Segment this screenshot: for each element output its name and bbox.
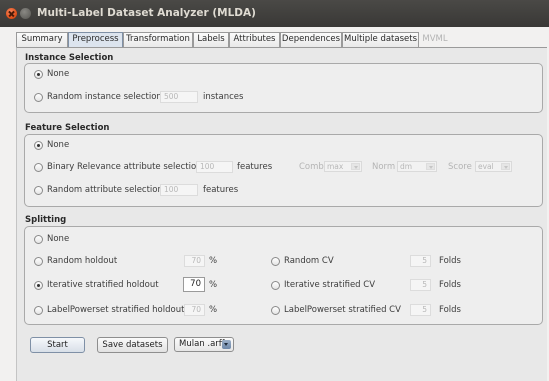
radio-unselected-icon — [34, 305, 43, 315]
feature-none-label: None — [47, 140, 70, 150]
instance-selection-title: Instance Selection — [25, 53, 114, 63]
lp-holdout-radio[interactable]: LabelPowerset stratified holdout — [34, 305, 184, 315]
tab-attributes[interactable]: Attributes — [229, 32, 280, 47]
tab-mvml: MVML — [422, 34, 448, 44]
minimize-icon[interactable] — [20, 8, 31, 19]
lp-holdout-percent: % — [209, 305, 218, 315]
instances-unit-label: instances — [203, 92, 244, 102]
br-features-unit-label: features — [237, 162, 273, 172]
iterative-cv-label: Iterative stratified CV — [284, 280, 376, 290]
tab-labels[interactable]: Labels — [193, 32, 229, 47]
feature-br-label: Binary Relevance attribute selection — [47, 162, 202, 172]
iterative-cv-radio[interactable]: Iterative stratified CV — [271, 280, 375, 290]
random-cv-folds-input[interactable]: 5 — [410, 255, 431, 267]
iterative-cv-folds-label: Folds — [439, 280, 461, 290]
random-holdout-input[interactable]: 70 — [184, 255, 205, 267]
random-cv-radio[interactable]: Random CV — [271, 256, 334, 266]
tab-summary[interactable]: Summary — [16, 32, 68, 47]
close-icon[interactable] — [6, 8, 17, 19]
random-holdout-percent: % — [209, 256, 218, 266]
lp-cv-radio[interactable]: LabelPowerset stratified CV — [271, 305, 401, 315]
random-features-input[interactable]: 100 — [160, 184, 198, 196]
score-value: eval — [478, 162, 494, 171]
lp-cv-label: LabelPowerset stratified CV — [284, 305, 401, 315]
instance-none-radio[interactable]: None — [34, 69, 69, 79]
chevron-down-icon — [426, 163, 435, 170]
score-select[interactable]: eval — [475, 161, 512, 172]
iterative-holdout-radio[interactable]: Iterative stratified holdout — [34, 280, 159, 290]
instance-random-radio[interactable]: Random instance selection — [34, 92, 162, 102]
comb-select[interactable]: max — [324, 161, 362, 172]
chevron-down-icon — [222, 340, 231, 349]
lp-cv-folds-label: Folds — [439, 305, 461, 315]
iterative-holdout-percent: % — [209, 280, 218, 290]
title-bar: Multi-Label Dataset Analyzer (MLDA) — [0, 0, 549, 27]
score-label: Score — [448, 162, 472, 172]
norm-select[interactable]: dm — [397, 161, 437, 172]
splitting-title: Splitting — [25, 215, 67, 225]
radio-selected-icon — [34, 280, 43, 290]
feature-selection-title: Feature Selection — [25, 123, 110, 133]
tab-transformation[interactable]: Transformation — [123, 32, 193, 47]
radio-selected-icon — [34, 69, 43, 79]
lp-holdout-input[interactable]: 70 — [184, 304, 205, 316]
iterative-holdout-label: Iterative stratified holdout — [47, 280, 159, 290]
tab-dependences[interactable]: Dependences — [280, 32, 342, 47]
chevron-down-icon — [351, 163, 360, 170]
split-none-radio[interactable]: None — [34, 234, 69, 244]
tab-multiple-datasets[interactable]: Multiple datasets — [342, 32, 419, 47]
tab-preprocess[interactable]: Preprocess — [68, 32, 123, 47]
instance-selection-group — [24, 63, 543, 113]
feature-random-radio[interactable]: Random attribute selection — [34, 185, 163, 195]
start-button[interactable]: Start — [30, 337, 85, 353]
lp-cv-folds-input[interactable]: 5 — [410, 304, 431, 316]
comb-label: Comb — [299, 162, 324, 172]
radio-unselected-icon — [34, 256, 43, 266]
comb-value: max — [327, 162, 344, 171]
feature-none-radio[interactable]: None — [34, 140, 69, 150]
radio-unselected-icon — [271, 280, 280, 290]
random-holdout-label: Random holdout — [47, 256, 118, 266]
split-none-label: None — [47, 234, 70, 244]
random-holdout-radio[interactable]: Random holdout — [34, 256, 117, 266]
iterative-cv-folds-input[interactable]: 5 — [410, 279, 431, 291]
window-title: Multi-Label Dataset Analyzer (MLDA) — [37, 7, 256, 19]
random-features-unit-label: features — [203, 185, 239, 195]
feature-random-label: Random attribute selection — [47, 185, 163, 195]
chevron-down-icon — [501, 163, 510, 170]
br-features-input[interactable]: 100 — [196, 161, 233, 173]
radio-unselected-icon — [271, 305, 280, 315]
norm-label: Norm — [372, 162, 396, 172]
radio-unselected-icon — [34, 185, 43, 195]
feature-br-radio[interactable]: Binary Relevance attribute selection — [34, 162, 202, 172]
radio-unselected-icon — [34, 234, 43, 244]
random-cv-folds-label: Folds — [439, 256, 461, 266]
radio-unselected-icon — [34, 92, 43, 102]
instance-none-label: None — [47, 69, 70, 79]
iterative-holdout-input[interactable]: 70 — [183, 277, 205, 292]
lp-holdout-label: LabelPowerset stratified holdout — [47, 305, 185, 315]
random-cv-label: Random CV — [284, 256, 334, 266]
output-format-select[interactable]: Mulan .arff — [174, 337, 234, 352]
instance-count-input[interactable]: 500 — [160, 91, 198, 103]
radio-unselected-icon — [271, 256, 280, 266]
radio-selected-icon — [34, 140, 43, 150]
norm-value: dm — [400, 162, 413, 171]
radio-unselected-icon — [34, 162, 43, 172]
instance-random-label: Random instance selection — [47, 92, 162, 102]
output-format-value: Mulan .arff — [179, 339, 225, 349]
save-datasets-button[interactable]: Save datasets — [97, 337, 168, 353]
